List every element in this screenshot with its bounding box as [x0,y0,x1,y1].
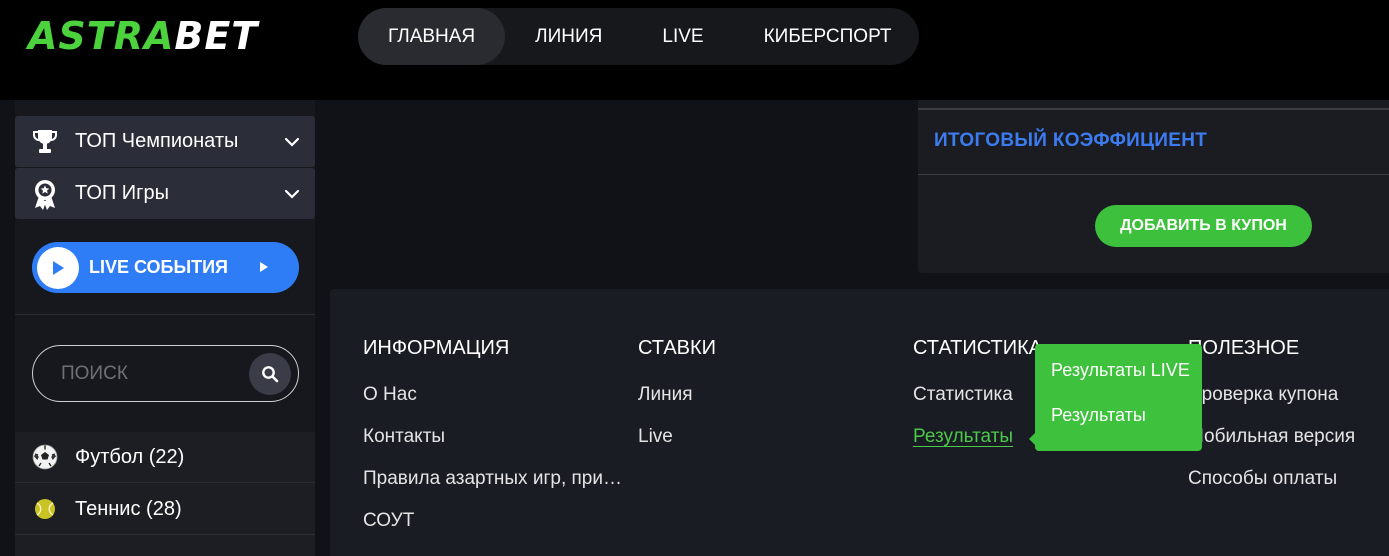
footer-column-title: ПОЛЕЗНОЕ [1188,337,1300,359]
footer-column-statistics: СТАТИСТИКА Статистика Результаты [913,337,1043,447]
footer-link-line[interactable]: Линия [638,384,692,406]
nav-item-esports[interactable]: КИБЕРСПОРТ [734,8,922,65]
footer-column-useful: ПОЛЕЗНОЕ Проверка купона Мобильная верси… [1188,337,1355,489]
nav-item-live[interactable]: LIVE [632,8,733,65]
footer-link-mobile-version[interactable]: Мобильная версия [1188,426,1355,448]
bet-coupon-panel: ИТОГОВЫЙ КОЭФФИЦИЕНТ ДОБАВИТЬ В КУПОН [918,100,1389,273]
play-icon [37,246,79,289]
dropdown-option-results[interactable]: Результаты [1051,405,1146,426]
results-dropdown: Результаты LIVE Результаты [1029,344,1202,451]
sport-item-label: Футбол (22) [75,445,185,468]
live-events-label: LIVE СОБЫТИЯ [89,257,228,277]
divider [918,108,1389,110]
footer-link-about[interactable]: О Нас [363,384,417,406]
sport-item-label: Теннис (28) [75,497,182,520]
footer-link-sout[interactable]: СОУТ [363,510,414,532]
logo-part-bet: BET [174,14,259,58]
top-games-label: ТОП Игры [75,182,169,204]
tennis-ball-icon [15,498,75,520]
dropdown-caret [1029,433,1035,445]
footer-column-bets: СТАВКИ Линия Live [638,337,717,447]
top-championships-label: ТОП Чемпионаты [75,130,239,152]
footer-link-check-coupon[interactable]: Проверка купона [1188,384,1338,406]
top-games-toggle[interactable]: ТОП Игры [15,168,315,219]
main-nav: ГЛАВНАЯ ЛИНИЯ LIVE КИБЕРСПОРТ [358,8,919,65]
footer-link-payment-methods[interactable]: Способы оплаты [1188,468,1337,490]
chevron-down-icon [269,137,315,147]
footer-link-statistics[interactable]: Статистика [913,384,1013,406]
footer-column-title: СТАТИСТИКА [913,337,1043,359]
footer-column-info: ИНФОРМАЦИЯ О Нас Контакты Правила азартн… [363,337,622,531]
brand-logo[interactable]: ASTRABET [28,16,258,56]
sport-item-football[interactable]: Футбол (22) [15,432,315,483]
search-field[interactable]: ПОИСК [32,345,299,402]
sport-item-tennis[interactable]: Теннис (28) [15,484,315,535]
footer: ИНФОРМАЦИЯ О Нас Контакты Правила азартн… [330,289,1389,556]
add-to-coupon-button[interactable]: ДОБАВИТЬ В КУПОН [1095,205,1312,247]
footer-link-results[interactable]: Результаты [913,426,1013,448]
live-events-button[interactable]: LIVE СОБЫТИЯ [32,242,299,293]
footer-column-title: ИНФОРМАЦИЯ [363,337,510,359]
sidebar: ТОП Чемпионаты ТОП Игры LIVE СОБЫТИЯ ПОИ… [15,100,315,556]
soccer-ball-icon [15,444,75,470]
dropdown-option-live-results[interactable]: Результаты LIVE [1051,360,1190,381]
nav-item-home[interactable]: ГЛАВНАЯ [358,8,506,65]
chevron-down-icon [269,189,315,199]
arrow-right-icon [259,259,269,277]
footer-link-gambling-rules[interactable]: Правила азартных игр, при… [363,468,622,490]
trophy-icon [15,128,75,156]
sidebar-divider [15,314,315,315]
search-button[interactable] [249,352,291,395]
page: ASTRABET ГЛАВНАЯ ЛИНИЯ LIVE КИБЕРСПОРТ Т… [0,0,1389,556]
header: ASTRABET ГЛАВНАЯ ЛИНИЯ LIVE КИБЕРСПОРТ [0,0,1389,100]
footer-link-live[interactable]: Live [638,426,673,448]
nav-item-line[interactable]: ЛИНИЯ [505,8,632,65]
search-input[interactable]: ПОИСК [33,363,249,385]
divider [918,174,1389,175]
search-icon [262,365,279,382]
footer-link-contacts[interactable]: Контакты [363,426,445,448]
footer-column-title: СТАВКИ [638,337,717,359]
top-championships-toggle[interactable]: ТОП Чемпионаты [15,116,315,167]
sports-list: Футбол (22) Теннис (28) [15,432,315,556]
award-ribbon-icon [15,178,75,210]
total-odds-label: ИТОГОВЫЙ КОЭФФИЦИЕНТ [934,130,1208,151]
logo-part-astra: ASTRA [28,14,175,58]
